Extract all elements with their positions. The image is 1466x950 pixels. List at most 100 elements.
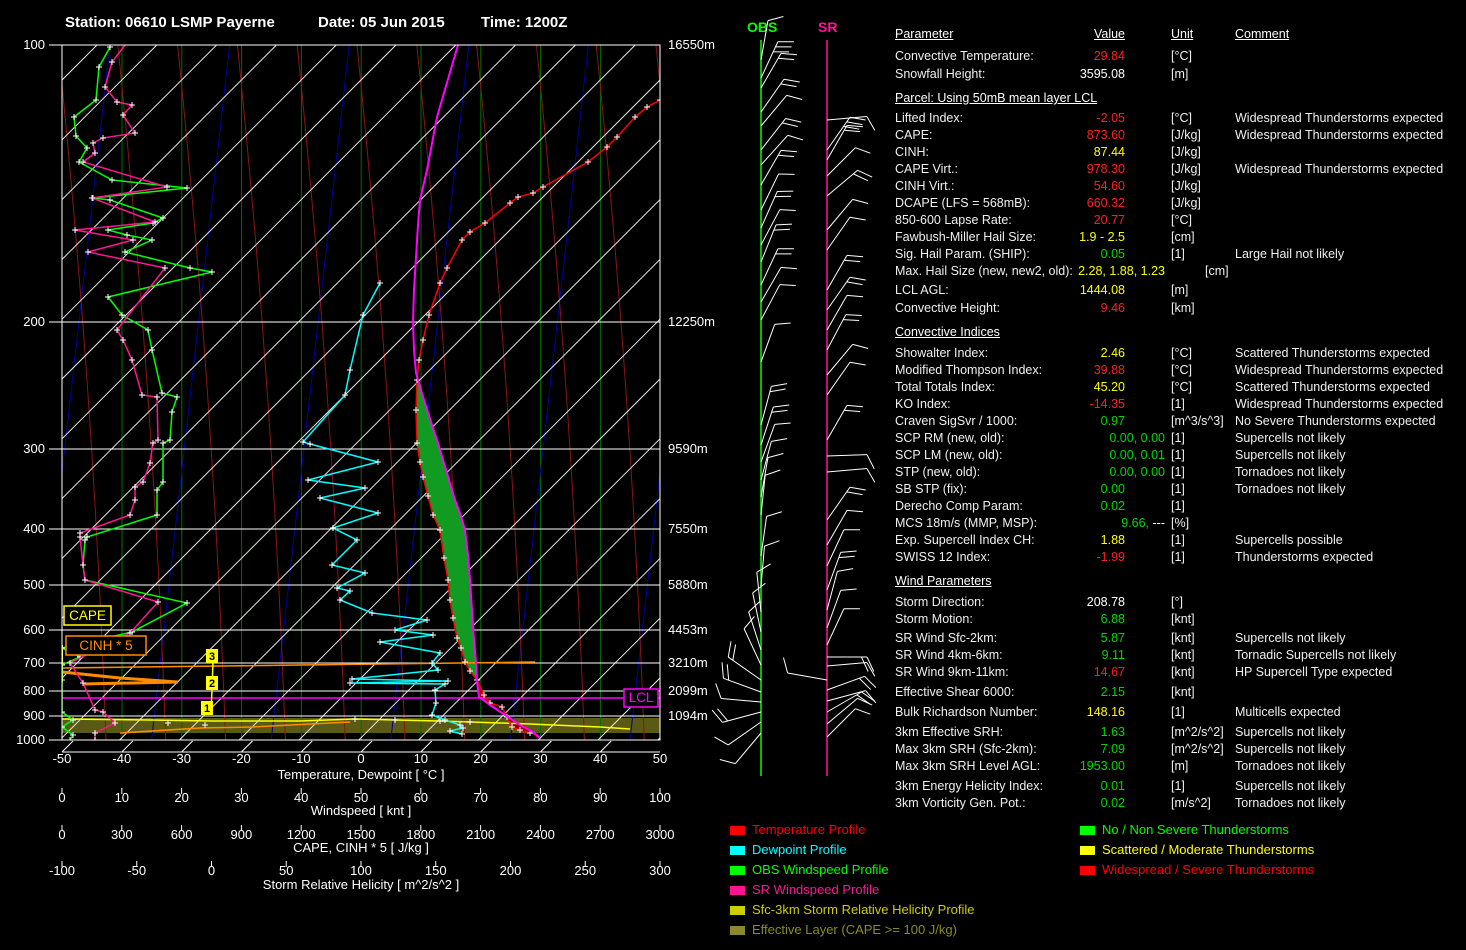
height-label: 12250m [668, 314, 715, 329]
param-unit: [1] [1171, 465, 1185, 479]
axis-tick-label: 60 [414, 790, 428, 805]
wind-barb [760, 78, 785, 113]
wind-barb-feather [765, 469, 781, 476]
data-point-marker [187, 265, 193, 271]
param-unit: [cm] [1171, 230, 1195, 244]
wind-barb-feather [838, 555, 855, 559]
legend-swatch [1080, 826, 1095, 835]
data-point-marker [445, 678, 451, 684]
header-comment: Comment [1235, 27, 1290, 41]
data-point-marker [154, 394, 160, 400]
data-point-marker [317, 495, 323, 501]
param-value-part: 0.00, [1109, 448, 1138, 462]
wind-barb-feather [852, 198, 869, 204]
wind-barb-feather [849, 486, 866, 491]
wind-barb-feather [775, 223, 792, 226]
param-comment: Supercells not likely [1235, 725, 1346, 739]
wind-barb [787, 672, 828, 681]
data-point-marker [129, 357, 135, 363]
param-unit: [m^2/s^2] [1171, 742, 1224, 756]
lcl-label: LCL [629, 690, 654, 705]
srh-km-marker: 1 [204, 703, 210, 715]
axis-tick-label: 10 [414, 751, 428, 766]
param-comment: No Severe Thunderstorms expected [1235, 414, 1436, 428]
wind-barb [721, 698, 762, 703]
wind-barb [826, 675, 865, 691]
data-point-marker [209, 269, 215, 275]
data-point-marker [145, 327, 151, 333]
isotherm-line [62, 45, 397, 380]
param-value: 9.66, --- [935, 515, 1165, 532]
wind-barb [760, 248, 779, 286]
param-value: 1.9 - 2.5 [895, 229, 1125, 246]
param-unit: [%] [1171, 516, 1190, 530]
param-unit: [cm] [1205, 264, 1229, 278]
axis-tick-label: 2700 [586, 827, 615, 842]
wind-barb-feather [785, 117, 802, 123]
wind-barb [760, 284, 781, 321]
header-value: Value [1093, 27, 1125, 41]
adiabat-line [476, 45, 526, 740]
data-point-marker [89, 195, 95, 201]
adiabat-line [356, 45, 406, 740]
param-value: 208.78 [895, 594, 1125, 611]
param-comment: Thunderstorms expected [1235, 550, 1374, 564]
param-unit: [J/kg] [1171, 179, 1201, 193]
wind-barb-feather [773, 228, 790, 231]
param-value: 29.84 [895, 48, 1125, 65]
param-unit: [J/kg] [1171, 145, 1201, 159]
wind-barb-feather [844, 129, 861, 133]
data-point-marker [100, 135, 106, 141]
wind-barb-feather [866, 454, 875, 470]
param-value: 7.09 [895, 741, 1125, 758]
data-point-marker [167, 437, 173, 443]
data-point-marker [107, 197, 113, 203]
data-point-marker [424, 617, 430, 623]
param-value-part: 45.20 [1093, 380, 1125, 394]
wind-barb-feather [837, 568, 854, 572]
wind-barb-feather [771, 409, 788, 413]
wind-barb [722, 711, 762, 723]
data-point-marker [377, 280, 383, 286]
cinh-label: CINH * 5 [79, 638, 132, 653]
legend-item-severity: Scattered / Moderate Thunderstorms [1080, 843, 1466, 858]
wind-barb [826, 662, 867, 667]
param-unit: [1] [1171, 482, 1185, 496]
wind-barb [826, 708, 856, 738]
wind-barb-feather [849, 216, 866, 221]
wind-barb-feather [782, 122, 798, 127]
section-title: Convective Indices [895, 325, 1000, 339]
wind-barb-feather [846, 404, 863, 408]
data-point-marker [174, 394, 180, 400]
temperature-profile [415, 99, 660, 734]
axis-title: Storm Relative Helicity [ m^2/s^2 ] [263, 877, 459, 892]
axis-tick-label: -10 [292, 751, 311, 766]
param-value-part: 1953.00 [1079, 759, 1125, 773]
axis-title: Temperature, Dewpoint [ °C ] [277, 767, 444, 782]
param-value-part: 2.46 [1100, 346, 1125, 360]
param-value-part: --- [1149, 516, 1166, 530]
axis-tick-label: 50 [653, 751, 667, 766]
data-point-marker [96, 64, 102, 70]
data-point-marker [377, 639, 383, 645]
param-value-part: 20.77 [1093, 213, 1125, 227]
param-value: 978.30 [895, 161, 1125, 178]
pressure-label: 900 [23, 708, 45, 723]
wind-barb-feather [783, 78, 800, 83]
data-point-marker [184, 185, 190, 191]
wind-barb [826, 608, 845, 646]
legend-swatch [730, 886, 745, 895]
wind-barb [760, 191, 778, 229]
wind-barb [826, 454, 867, 457]
data-point-marker [80, 562, 86, 568]
param-value-part: 1.23 [1137, 264, 1165, 278]
wind-barb [760, 118, 787, 151]
wind-barb [826, 169, 858, 197]
axis-tick-label: 2400 [526, 827, 555, 842]
data-point-marker [430, 632, 436, 638]
wind-barb-feather [780, 83, 797, 88]
data-point-marker [160, 440, 166, 446]
data-point-marker [77, 534, 83, 540]
axis-tick-label: 100 [350, 863, 372, 878]
param-comment: Supercells possible [1235, 533, 1343, 547]
